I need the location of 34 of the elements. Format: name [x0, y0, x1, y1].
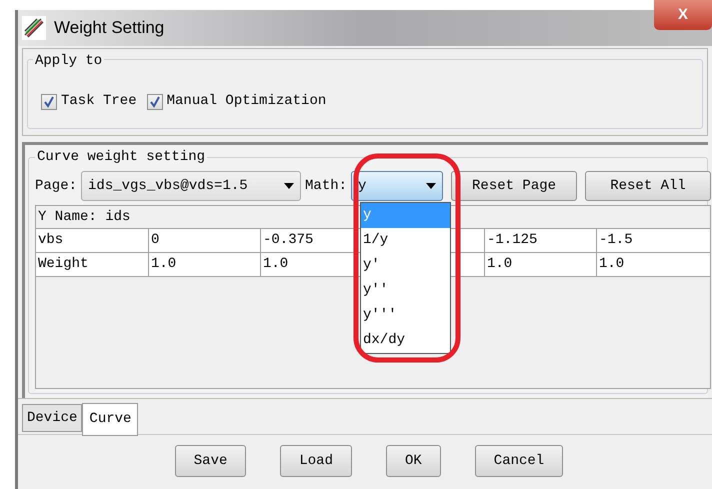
list-option[interactable]: y''	[361, 278, 450, 303]
close-button[interactable]: X	[654, 0, 712, 30]
table-cell-text: Weight	[37, 255, 90, 274]
check-icon	[43, 96, 55, 108]
checkbox[interactable]	[146, 94, 163, 110]
dialog-button[interactable]: Load	[280, 445, 352, 477]
table-cell-text: vbs	[37, 231, 64, 250]
app-icon	[22, 16, 46, 40]
checkbox-label: Manual Optimization	[166, 92, 326, 111]
dialog-button[interactable]: OK	[386, 445, 441, 477]
dialog-button[interactable]: Cancel	[474, 445, 564, 477]
tab[interactable]: Curve	[82, 403, 138, 436]
list-option[interactable]: y'	[361, 253, 450, 278]
list-option[interactable]: dx/dy	[361, 328, 450, 353]
y-name-label: Y Name: ids	[38, 209, 130, 225]
page-label: Page:	[35, 176, 78, 196]
check-icon	[148, 96, 161, 108]
list-option[interactable]: y'''	[361, 303, 450, 328]
reset-button[interactable]: Reset Page	[451, 171, 578, 201]
checkbox-label: Task Tree	[61, 92, 137, 111]
table-cell: 1.0	[148, 253, 260, 276]
checkbox[interactable]	[41, 94, 57, 110]
caret-icon	[426, 183, 436, 189]
tab[interactable]: Device	[22, 404, 82, 432]
reset-button[interactable]: Reset All	[585, 171, 712, 201]
table-cell: 1.0	[596, 253, 708, 276]
math-dropdown[interactable]: y	[351, 171, 444, 201]
caret-icon	[284, 183, 294, 189]
dialog-button[interactable]: Save	[174, 445, 246, 477]
window-title: Weight Setting	[54, 17, 164, 40]
table-cell: 1.0	[484, 253, 596, 276]
list-option[interactable]: 1/y	[361, 228, 450, 253]
math-label: Math:	[305, 176, 348, 196]
page-dropdown[interactable]: ids_vgs_vbs@vds=1.5	[81, 171, 302, 201]
